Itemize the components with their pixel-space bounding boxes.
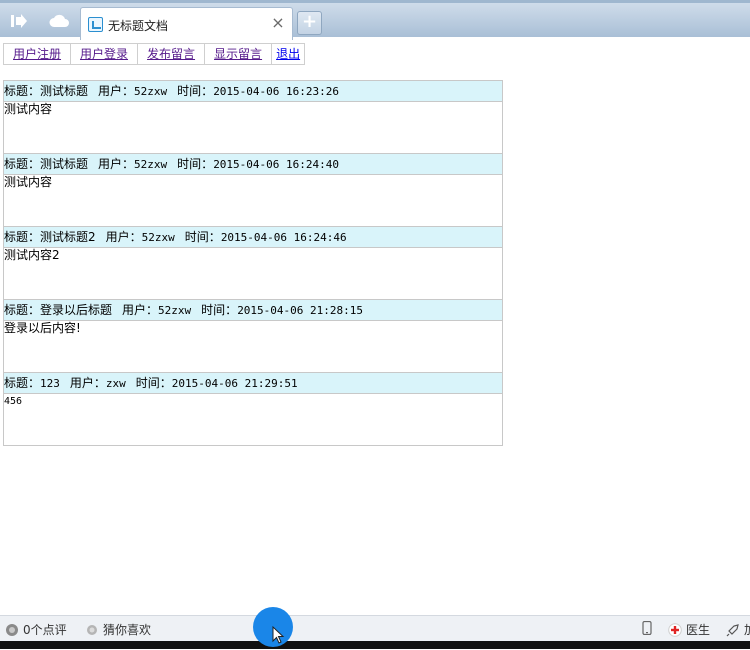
message-list: 标题：测试标题 用户：52zxw 时间：2015-04-06 16:23:26 测试…	[3, 80, 503, 446]
message-item: 标题：测试标题 用户：52zxw 时间：2015-04-06 16:24:40 测试…	[4, 153, 502, 226]
user-label: 用户：	[98, 84, 135, 98]
message-content: 测试内容	[4, 102, 53, 116]
message-time: 2015-04-06 16:24:40	[213, 158, 340, 171]
message-item: 标题：登录以后标题 用户：52zxw 时间：2015-04-06 21:28:15 …	[4, 299, 502, 372]
message-header: 标题：登录以后标题 用户：52zxw 时间：2015-04-06 21:28:15	[4, 299, 502, 321]
accelerate-label: 加	[744, 621, 750, 638]
recommend-status[interactable]: 猜你喜欢	[85, 621, 151, 638]
message-content: 测试内容	[4, 175, 53, 189]
title-label: 标题：	[4, 230, 41, 244]
recommend-dot-icon	[87, 624, 97, 635]
message-content: 登录以后内容!	[4, 321, 81, 335]
nav-register-link[interactable]: 用户注册	[4, 44, 72, 64]
tab-title: 无标题文档	[108, 19, 169, 33]
message-time: 2015-04-06 21:29:51	[171, 377, 298, 390]
message-item: 标题：123 用户：zxw 时间：2015-04-06 21:29:51 456	[4, 372, 502, 445]
message-content: 测试内容2	[4, 248, 60, 262]
user-label: 用户：	[122, 303, 159, 317]
nav-logout-link[interactable]: 退出	[272, 44, 304, 64]
message-header: 标题：测试标题2 用户：52zxw 时间：2015-04-06 16:24:46	[4, 226, 502, 248]
title-label: 标题：	[4, 303, 41, 317]
doctor-label: 医生	[686, 623, 711, 637]
page-favicon-icon	[88, 17, 103, 32]
floating-action-button[interactable]	[253, 607, 293, 647]
taskbar-edge	[0, 641, 750, 649]
sidebar-toggle-icon[interactable]	[2, 8, 36, 34]
message-user: 52zxw	[141, 231, 175, 244]
message-header: 标题：测试标题 用户：52zxw 时间：2015-04-06 16:23:26	[4, 81, 502, 102]
title-label: 标题：	[4, 84, 41, 98]
nav-menu: 用户注册 用户登录 发布留言 显示留言 退出	[3, 43, 306, 65]
nav-post-message-link[interactable]: 发布留言	[138, 44, 206, 64]
user-label: 用户：	[69, 376, 106, 390]
message-user: zxw	[105, 377, 126, 390]
message-header: 标题：测试标题 用户：52zxw 时间：2015-04-06 16:24:40	[4, 153, 502, 175]
time-label: 时间：	[177, 157, 214, 171]
title-label: 标题：	[4, 157, 41, 171]
cloud-icon[interactable]	[42, 8, 76, 34]
time-label: 时间：	[177, 84, 214, 98]
message-time: 2015-04-06 16:24:46	[220, 231, 347, 244]
message-time: 2015-04-06 21:28:15	[237, 304, 364, 317]
nav-show-messages-link[interactable]: 显示留言	[205, 44, 273, 64]
mobile-phone-icon	[642, 621, 652, 635]
rocket-icon	[726, 623, 739, 636]
comment-bubble-icon	[6, 623, 18, 636]
message-header: 标题：123 用户：zxw 时间：2015-04-06 21:29:51	[4, 372, 502, 394]
close-tab-icon[interactable]: ×	[271, 15, 285, 31]
message-user: 52zxw	[134, 85, 168, 98]
message-title: 测试标题2	[40, 230, 96, 244]
medical-cross-icon	[668, 622, 682, 637]
message-time: 2015-04-06 16:23:26	[213, 85, 340, 98]
message-user: 52zxw	[158, 304, 192, 317]
message-content: 456	[4, 396, 23, 407]
message-user: 52zxw	[134, 158, 168, 171]
user-label: 用户：	[105, 230, 142, 244]
comments-count-label: 0个点评	[23, 623, 67, 637]
new-tab-button[interactable]: +	[297, 11, 322, 35]
doctor-status[interactable]: 医生	[668, 621, 710, 638]
message-title: 测试标题	[40, 157, 89, 171]
browser-tab-active[interactable]: 无标题文档 ×	[80, 7, 293, 40]
recommend-label: 猜你喜欢	[103, 623, 152, 637]
title-label: 标题：	[4, 376, 41, 390]
comments-status[interactable]: 0个点评	[5, 621, 67, 638]
user-label: 用户：	[98, 157, 135, 171]
browser-tab-strip: 无标题文档 × +	[0, 0, 750, 40]
message-title: 123	[40, 377, 60, 390]
accelerate-status[interactable]: 加	[726, 621, 750, 638]
time-label: 时间：	[184, 230, 221, 244]
browser-status-bar: 0个点评 猜你喜欢 医生 加	[0, 615, 750, 641]
message-title: 测试标题	[40, 84, 89, 98]
nav-login-link[interactable]: 用户登录	[71, 44, 139, 64]
mobile-status[interactable]	[640, 621, 658, 635]
time-label: 时间：	[135, 376, 172, 390]
message-title: 登录以后标题	[40, 303, 113, 317]
message-item: 标题：测试标题 用户：52zxw 时间：2015-04-06 16:23:26 测试…	[4, 81, 502, 153]
mouse-cursor-icon	[272, 625, 285, 644]
time-label: 时间：	[201, 303, 238, 317]
message-item: 标题：测试标题2 用户：52zxw 时间：2015-04-06 16:24:46 测…	[4, 226, 502, 299]
